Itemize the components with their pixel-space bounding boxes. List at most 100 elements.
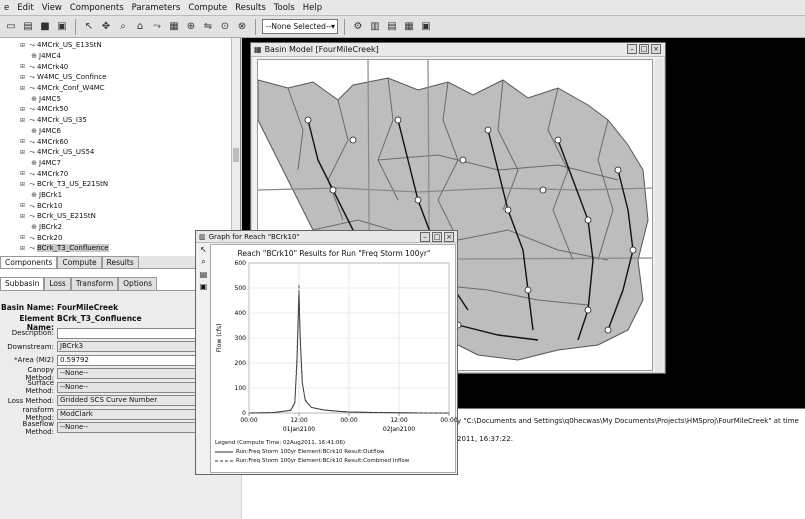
tree-item[interactable]: ⊕ J4MC7 [0, 158, 232, 169]
print-icon[interactable]: ▣ [55, 20, 69, 34]
legend-label: Run:Freq Storm 100yr Element:BCrk10 Resu… [236, 448, 385, 455]
arrow-tool-icon[interactable]: ↖ [82, 20, 96, 34]
run-selector[interactable]: --None Selected-- [262, 19, 338, 34]
message-line: y "C:\Documents and Settings\q0hecwas\My… [457, 417, 799, 425]
junction-tool-icon[interactable]: ⊕ [184, 20, 198, 34]
reach-tool-icon[interactable]: ⤳ [150, 20, 164, 34]
tab-loss[interactable]: Loss [44, 277, 71, 290]
tree-item[interactable]: ⊞ ⤳ BCrk_T3_US_E21StN [0, 179, 232, 190]
tree-item[interactable]: ⊞ ⤳ 4MCrk60 [0, 136, 232, 147]
tab-components[interactable]: Components [0, 256, 58, 268]
compute-icon[interactable]: ⚙ [351, 20, 365, 34]
sink-tool-icon[interactable]: ⊗ [235, 20, 249, 34]
maximize-icon[interactable]: □ [432, 232, 442, 242]
expand-icon[interactable]: ⊞ [18, 234, 27, 241]
tree-item[interactable]: ⊕ JBCrk1 [0, 190, 232, 201]
graph-window-controls: – □ × [420, 232, 454, 242]
message-line: 2011, 16:37:22. [457, 435, 513, 443]
tab-compute[interactable]: Compute [57, 256, 102, 268]
expand-icon[interactable]: ⊞ [18, 74, 27, 81]
expand-icon[interactable]: ⊞ [18, 138, 27, 145]
menu-item[interactable]: Components [66, 3, 128, 13]
menu-item[interactable]: Compute [184, 3, 231, 13]
basin-window-titlebar[interactable]: ▦ Basin Model [FourMileCreek] [251, 43, 665, 57]
tree-item[interactable]: ⊞ ⤳ 4MCrk_US_E13StN [0, 40, 232, 51]
tree-item[interactable]: ⊞ ⤳ 4MCrk_US_I35 [0, 115, 232, 126]
expand-icon[interactable]: ⊞ [18, 149, 27, 156]
tree-item-label: 4MCrk_US_I35 [37, 116, 87, 125]
graph-window-titlebar[interactable]: ▥ Graph for Reach "BCrk10" [196, 231, 457, 243]
tree-scroll-thumb[interactable] [233, 148, 239, 162]
close-icon[interactable]: × [651, 44, 661, 54]
expand-icon[interactable]: ⊞ [18, 42, 27, 49]
expand-icon[interactable]: ⊞ [18, 245, 27, 252]
legend-swatch-solid [215, 451, 233, 452]
zoom-tool-icon[interactable]: ⌕ [116, 20, 130, 34]
toolbar-divider [75, 18, 76, 35]
tree-item-label: BCrk_T3_Confluence [37, 244, 109, 253]
reach-icon: ⤳ [29, 212, 35, 221]
expand-icon[interactable]: ⊞ [18, 181, 27, 188]
menu-item[interactable]: e [0, 3, 13, 13]
junction-icon: ⊕ [31, 223, 37, 232]
expand-icon[interactable]: ⊞ [18, 202, 27, 209]
menu-item[interactable]: Edit [13, 3, 37, 13]
toolbar-divider [344, 18, 345, 35]
tree-item-label: 4MCrk_Conf_W4MC [37, 84, 105, 93]
junction-icon: ⊕ [31, 190, 37, 199]
subbasin-tool-icon[interactable]: ⌂ [133, 20, 147, 34]
diversion-tool-icon[interactable]: ⇋ [201, 20, 215, 34]
tree-item[interactable]: ⊕ J4MC6 [0, 126, 232, 137]
expand-icon[interactable]: ⊞ [18, 63, 27, 70]
zoom-icon[interactable]: ⌕ [198, 257, 209, 267]
tab-results[interactable]: Results [101, 256, 139, 268]
tree-item[interactable]: ⊞ ⤳ BCrk10 [0, 200, 232, 211]
tree-item[interactable]: ⊞ ⤳ 4MCrk_Conf_W4MC [0, 83, 232, 94]
tree-item-label: BCrk_US_E21StN [37, 212, 96, 221]
basin-scrollbar[interactable] [655, 59, 663, 371]
maximize-icon[interactable]: □ [639, 44, 649, 54]
menu-item[interactable]: Parameters [128, 3, 185, 13]
print-icon[interactable]: ▣ [198, 282, 209, 291]
tree-item[interactable]: ⊞ ⤳ W4MC_US_Confince [0, 72, 232, 83]
tab-subbasin[interactable]: Subbasin [0, 277, 45, 290]
save-icon[interactable]: ■ [38, 20, 52, 34]
reservoir-tool-icon[interactable]: ▦ [167, 20, 181, 34]
tree-item[interactable]: ⊞ ⤳ 4MCrk_US_US54 [0, 147, 232, 158]
x-tick-label: 12:00 [290, 417, 307, 424]
time-series-table-icon[interactable]: ▦ [402, 20, 416, 34]
move-tool-icon[interactable]: ✥ [99, 20, 113, 34]
menu-item[interactable]: Help [299, 3, 326, 13]
tab-options[interactable]: Options [118, 277, 158, 290]
expand-icon[interactable]: ⊞ [18, 213, 27, 220]
menu-item[interactable]: View [38, 3, 66, 13]
table-icon[interactable]: ▤ [198, 270, 209, 279]
tree-item[interactable]: ⊞ ⤳ 4MCrk70 [0, 168, 232, 179]
tree-item[interactable]: ⊞ ⤳ 4MCrk50 [0, 104, 232, 115]
expand-icon[interactable]: ⊞ [18, 85, 27, 92]
global-summary-icon[interactable]: ▣ [419, 20, 433, 34]
tree-scrollbar[interactable] [231, 38, 240, 254]
reach-icon: ⤳ [29, 84, 35, 93]
source-tool-icon[interactable]: ⊙ [218, 20, 232, 34]
reach-icon: ⤳ [29, 148, 35, 157]
open-folder-icon[interactable]: ▭ [4, 20, 18, 34]
close-icon[interactable]: × [444, 232, 454, 242]
open-icon[interactable]: ▤ [21, 20, 35, 34]
minimize-icon[interactable]: – [627, 44, 637, 54]
tree-item[interactable]: ⊕ J4MC4 [0, 51, 232, 62]
menu-item[interactable]: Tools [270, 3, 299, 13]
minimize-icon[interactable]: – [420, 232, 430, 242]
results-graph-icon[interactable]: ▥ [368, 20, 382, 34]
menu-item[interactable]: Results [231, 3, 270, 13]
y-tick-label: 100 [235, 385, 247, 392]
tree-item[interactable]: ⊞ ⤳ BCrk_US_E21StN [0, 211, 232, 222]
expand-icon[interactable]: ⊞ [18, 170, 27, 177]
tree-item[interactable]: ⊞ ⤳ 4MCrk40 [0, 61, 232, 72]
pointer-icon[interactable]: ↖ [198, 245, 209, 254]
tab-transform[interactable]: Transform [70, 277, 119, 290]
expand-icon[interactable]: ⊞ [18, 106, 27, 113]
summary-table-icon[interactable]: ▤ [385, 20, 399, 34]
tree-item[interactable]: ⊕ J4MC5 [0, 93, 232, 104]
expand-icon[interactable]: ⊞ [18, 117, 27, 124]
